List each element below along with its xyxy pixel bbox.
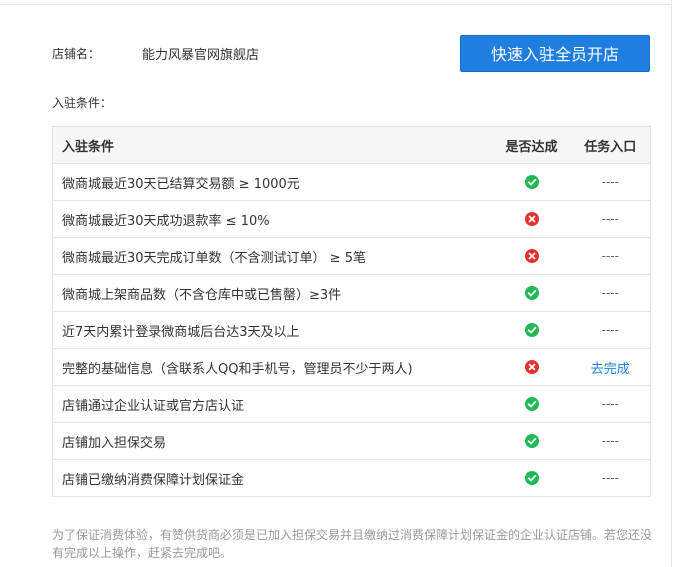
check-circle-icon — [524, 471, 539, 485]
entry-cell: ---- — [570, 422, 651, 460]
condition-text: 店铺通过企业认证或官方店认证 — [52, 385, 493, 423]
table-row: 完整的基础信息（含联系人QQ和手机号，管理员不少于两人) 去完成 — [52, 348, 651, 386]
top-divider — [0, 4, 672, 5]
entry-cell: ---- — [570, 459, 651, 497]
entry-cell: ---- — [570, 200, 651, 238]
cross-circle-icon — [524, 360, 539, 374]
condition-text: 店铺已缴纳消费保障计划保证金 — [52, 459, 493, 497]
task-entry-placeholder: ---- — [601, 322, 619, 337]
entry-cell: ---- — [570, 385, 651, 423]
status-cell — [492, 348, 571, 386]
check-circle-icon — [524, 286, 539, 300]
conditions-title: 入驻条件： — [52, 96, 113, 110]
status-cell — [492, 385, 571, 423]
condition-text: 完整的基础信息（含联系人QQ和手机号，管理员不少于两人) — [52, 348, 493, 386]
task-entry-placeholder: ---- — [601, 396, 619, 411]
quick-join-button[interactable]: 快速入驻全员开店 — [460, 35, 650, 72]
status-cell — [492, 237, 571, 275]
table-row: 店铺已缴纳消费保障计划保证金 ---- — [52, 459, 651, 497]
task-entry-placeholder: ---- — [601, 248, 619, 263]
condition-text: 微商城上架商品数（不含仓库中或已售罄）≥3件 — [52, 274, 493, 312]
condition-text: 微商城最近30天已结算交易额 ≥ 1000元 — [52, 163, 493, 201]
task-entry-link[interactable]: 去完成 — [591, 362, 630, 377]
entry-cell: ---- — [570, 237, 651, 275]
header-condition: 入驻条件 — [52, 126, 493, 164]
table-row: 店铺加入担保交易 ---- — [52, 422, 651, 460]
check-circle-icon — [524, 175, 539, 189]
footer-note: 为了保证消费体验，有赞供货商必须是已加入担保交易并且缴纳过消费保障计划保证金的企… — [52, 528, 653, 560]
task-entry-placeholder: ---- — [601, 470, 619, 485]
store-label: 店铺名： — [52, 47, 101, 61]
status-cell — [492, 422, 571, 460]
status-cell — [492, 311, 571, 349]
check-circle-icon — [524, 323, 539, 337]
task-entry-placeholder: ---- — [601, 433, 619, 448]
status-cell — [492, 274, 571, 312]
table-header-row: 入驻条件 是否达成 任务入口 — [52, 126, 651, 164]
check-circle-icon — [524, 434, 539, 448]
table-row: 店铺通过企业认证或官方店认证 ---- — [52, 385, 651, 423]
entry-cell: ---- — [570, 163, 651, 201]
status-cell — [492, 200, 571, 238]
condition-text: 店铺加入担保交易 — [52, 422, 493, 460]
condition-text: 近7天内累计登录微商城后台达3天及以上 — [52, 311, 493, 349]
header-entry: 任务入口 — [570, 126, 651, 164]
entry-cell: 去完成 — [570, 348, 651, 386]
task-entry-placeholder: ---- — [601, 211, 619, 226]
table-row: 微商城上架商品数（不含仓库中或已售罄）≥3件 ---- — [52, 274, 651, 312]
status-cell — [492, 163, 571, 201]
entry-cell: ---- — [570, 311, 651, 349]
cross-circle-icon — [524, 249, 539, 263]
right-divider — [671, 0, 672, 567]
header-achieved: 是否达成 — [492, 126, 571, 164]
conditions-table: 入驻条件 是否达成 任务入口 微商城最近30天已结算交易额 ≥ 1000元 ---… — [52, 126, 651, 497]
table-row: 微商城最近30天已结算交易额 ≥ 1000元 ---- — [52, 163, 651, 201]
table-row: 近7天内累计登录微商城后台达3天及以上 ---- — [52, 311, 651, 349]
store-name: 能力风暴官网旗舰店 — [142, 48, 260, 63]
check-circle-icon — [524, 397, 539, 411]
cross-circle-icon — [524, 212, 539, 226]
entry-cell: ---- — [570, 274, 651, 312]
condition-text: 微商城最近30天成功退款率 ≤ 10% — [52, 200, 493, 238]
table-row: 微商城最近30天成功退款率 ≤ 10% ---- — [52, 200, 651, 238]
task-entry-placeholder: ---- — [601, 285, 619, 300]
condition-text: 微商城最近30天完成订单数（不含测试订单） ≥ 5笔 — [52, 237, 493, 275]
task-entry-placeholder: ---- — [601, 174, 619, 189]
table-row: 微商城最近30天完成订单数（不含测试订单） ≥ 5笔 ---- — [52, 237, 651, 275]
status-cell — [492, 459, 571, 497]
